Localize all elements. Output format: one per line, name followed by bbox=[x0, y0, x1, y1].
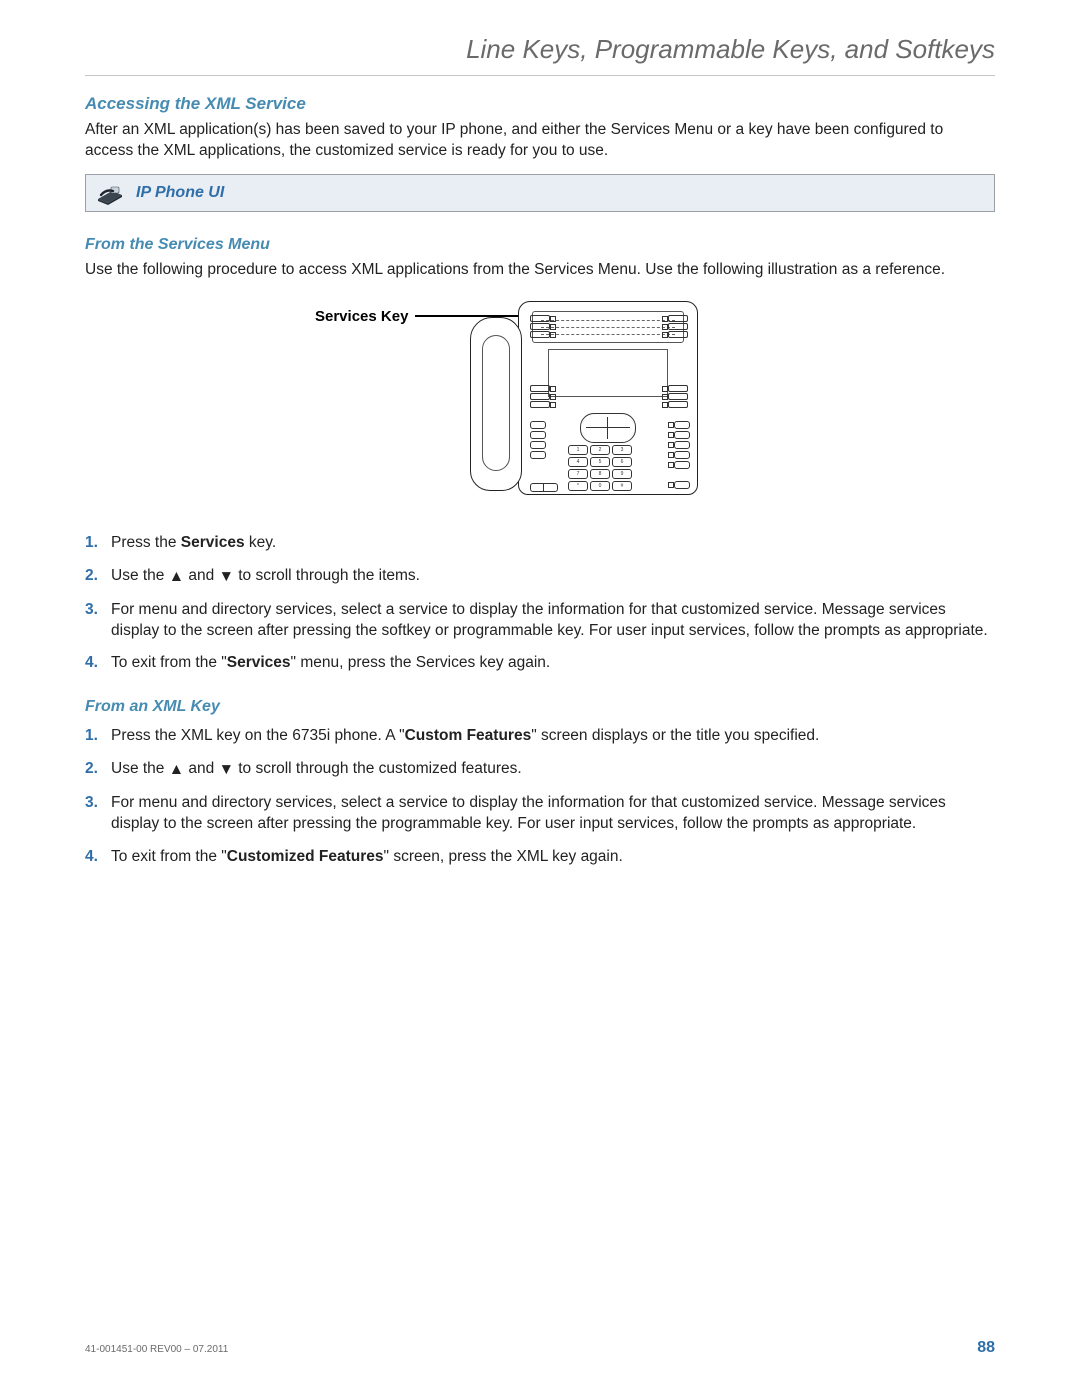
ip-phone-icon bbox=[96, 181, 124, 205]
step-services-3: For menu and directory services, select … bbox=[85, 600, 995, 642]
document-id: 41-001451-00 REV00 – 07.2011 bbox=[85, 1344, 228, 1355]
text: " menu, press the Services key again. bbox=[291, 654, 551, 671]
text: " screen displays or the title you speci… bbox=[531, 727, 819, 744]
services-menu-steps: Press the Services key. Use the ▲ and ▼ … bbox=[85, 533, 995, 675]
ip-phone-ui-callout: IP Phone UI bbox=[85, 174, 995, 212]
text: and bbox=[184, 567, 218, 584]
text: Use the bbox=[111, 760, 169, 777]
step-xml-3: For menu and directory services, select … bbox=[85, 793, 995, 835]
text: Use the bbox=[111, 567, 169, 584]
phone-diagram: 1 2 3 4 5 6 7 8 9 * 0 # bbox=[460, 293, 700, 503]
subsection-heading-services-menu: From the Services Menu bbox=[85, 236, 995, 254]
phone-figure: Services Key bbox=[85, 293, 995, 523]
text: To exit from the " bbox=[111, 654, 227, 671]
step-xml-2: Use the ▲ and ▼ to scroll through the cu… bbox=[85, 759, 995, 781]
xml-key-steps: Press the XML key on the 6735i phone. A … bbox=[85, 726, 995, 868]
step-xml-1: Press the XML key on the 6735i phone. A … bbox=[85, 726, 995, 747]
subsection-heading-xml-key: From an XML Key bbox=[85, 698, 995, 716]
bold-custom-features: Custom Features bbox=[405, 727, 532, 744]
up-arrow-icon: ▲ bbox=[169, 567, 184, 588]
text: to scroll through the items. bbox=[234, 567, 420, 584]
text: To exit from the " bbox=[111, 848, 227, 865]
services-menu-intro: Use the following procedure to access XM… bbox=[85, 260, 995, 281]
running-header: Line Keys, Programmable Keys, and Softke… bbox=[85, 0, 995, 75]
header-divider bbox=[85, 75, 995, 76]
down-arrow-icon: ▼ bbox=[219, 567, 234, 588]
intro-paragraph: After an XML application(s) has been sav… bbox=[85, 120, 995, 162]
services-key-label: Services Key bbox=[315, 308, 408, 325]
up-arrow-icon: ▲ bbox=[169, 760, 184, 781]
text: " screen, press the XML key again. bbox=[384, 848, 623, 865]
ip-phone-ui-label: IP Phone UI bbox=[136, 184, 224, 202]
text: and bbox=[184, 760, 218, 777]
step-services-1: Press the Services key. bbox=[85, 533, 995, 554]
text: key. bbox=[245, 534, 277, 551]
bold-services-2: Services bbox=[227, 654, 291, 671]
section-heading-accessing-xml: Accessing the XML Service bbox=[85, 94, 995, 114]
bold-services: Services bbox=[181, 534, 245, 551]
text: Press the bbox=[111, 534, 181, 551]
page-number: 88 bbox=[977, 1339, 995, 1357]
document-page: Line Keys, Programmable Keys, and Softke… bbox=[0, 0, 1080, 1397]
step-services-2: Use the ▲ and ▼ to scroll through the it… bbox=[85, 566, 995, 588]
down-arrow-icon: ▼ bbox=[219, 760, 234, 781]
step-services-4: To exit from the "Services" menu, press … bbox=[85, 653, 995, 674]
step-xml-4: To exit from the "Customized Features" s… bbox=[85, 847, 995, 868]
bold-customized-features: Customized Features bbox=[227, 848, 384, 865]
text: to scroll through the customized feature… bbox=[234, 760, 522, 777]
page-footer: 41-001451-00 REV00 – 07.2011 88 bbox=[85, 1339, 995, 1357]
text: Press the XML key on the 6735i phone. A … bbox=[111, 727, 405, 744]
